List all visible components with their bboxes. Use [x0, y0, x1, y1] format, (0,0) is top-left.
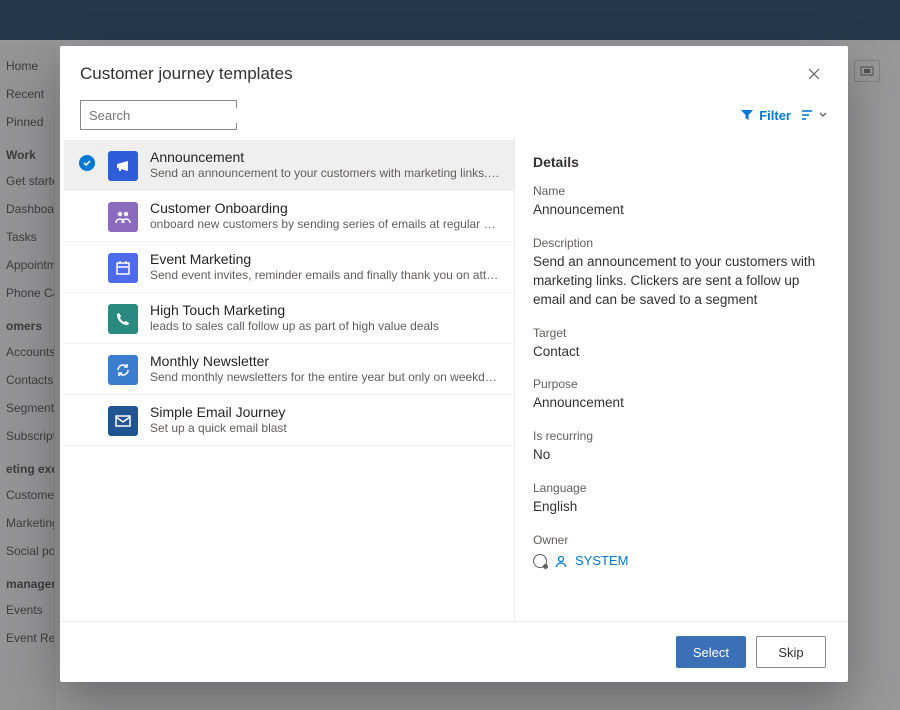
sort-icon [801, 109, 815, 121]
template-picker-dialog: Customer journey templates Filter Announ… [60, 46, 848, 682]
template-name: Event Marketing [150, 251, 502, 267]
field-label: Target [533, 326, 830, 340]
close-button[interactable] [800, 60, 828, 88]
template-list: AnnouncementSend an announcement to your… [60, 136, 515, 621]
template-row-onboarding[interactable]: Customer Onboardingonboard new customers… [64, 191, 514, 242]
template-description: Send event invites, reminder emails and … [150, 268, 500, 282]
field-value-target: Contact [533, 343, 830, 362]
select-button[interactable]: Select [676, 636, 746, 668]
field-label: Purpose [533, 377, 830, 391]
calendar-icon [108, 253, 138, 283]
selection-indicator [78, 404, 96, 410]
template-row-newsletter[interactable]: Monthly NewsletterSend monthly newslette… [64, 344, 514, 395]
template-description: Send an announcement to your customers w… [150, 166, 500, 180]
filter-icon [740, 108, 754, 122]
template-description: onboard new customers by sending series … [150, 217, 500, 231]
selection-indicator [78, 302, 96, 308]
filter-button[interactable]: Filter [740, 108, 791, 123]
sort-button[interactable] [801, 109, 828, 121]
filter-label: Filter [759, 108, 791, 123]
field-label: Is recurring [533, 429, 830, 443]
template-name: Announcement [150, 149, 502, 165]
template-row-simple[interactable]: Simple Email JourneySet up a quick email… [64, 395, 514, 446]
check-circle-icon [79, 155, 95, 171]
field-value-description: Send an announcement to your customers w… [533, 253, 830, 310]
selection-indicator [78, 251, 96, 257]
template-name: High Touch Marketing [150, 302, 502, 318]
field-label: Description [533, 236, 830, 250]
person-icon [554, 554, 568, 568]
field-value-language: English [533, 498, 830, 517]
close-icon [807, 67, 821, 81]
template-description: leads to sales call follow up as part of… [150, 319, 500, 333]
search-input-wrapper[interactable] [80, 100, 237, 130]
template-description: Set up a quick email blast [150, 421, 500, 435]
selection-indicator [78, 149, 96, 171]
selection-indicator [78, 353, 96, 359]
selection-indicator [78, 200, 96, 206]
mail-icon [108, 406, 138, 436]
people-icon [108, 202, 138, 232]
refresh-icon [108, 355, 138, 385]
template-description: Send monthly newsletters for the entire … [150, 370, 500, 384]
field-value-name: Announcement [533, 201, 830, 220]
field-value-purpose: Announcement [533, 394, 830, 413]
phone-icon [108, 304, 138, 334]
template-name: Simple Email Journey [150, 404, 502, 420]
dialog-title: Customer journey templates [80, 64, 293, 84]
field-label: Owner [533, 533, 830, 547]
template-row-event[interactable]: Event MarketingSend event invites, remin… [64, 242, 514, 293]
megaphone-icon [108, 151, 138, 181]
details-heading: Details [533, 154, 830, 170]
field-label: Name [533, 184, 830, 198]
template-name: Customer Onboarding [150, 200, 502, 216]
field-value-recurring: No [533, 446, 830, 465]
owner-name: SYSTEM [575, 553, 628, 568]
template-row-announcement[interactable]: AnnouncementSend an announcement to your… [64, 140, 514, 191]
field-label: Language [533, 481, 830, 495]
chevron-down-icon [818, 110, 828, 120]
details-panel: Details Name Announcement Description Se… [515, 136, 848, 621]
template-row-hightouch[interactable]: High Touch Marketingleads to sales call … [64, 293, 514, 344]
template-name: Monthly Newsletter [150, 353, 502, 369]
search-input[interactable] [89, 108, 265, 123]
status-ring-icon [533, 554, 547, 568]
skip-button[interactable]: Skip [756, 636, 826, 668]
owner-value: SYSTEM [533, 553, 830, 568]
